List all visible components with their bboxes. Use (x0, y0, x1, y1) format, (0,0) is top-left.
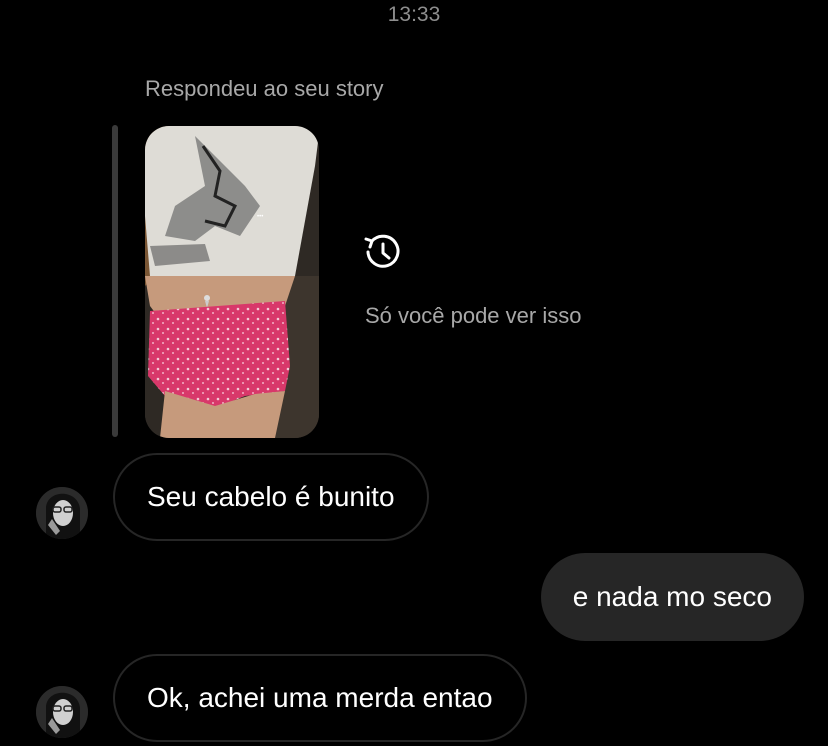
svg-text:•••: ••• (257, 214, 263, 220)
message-bubble-outgoing[interactable]: e nada mo seco (540, 553, 804, 641)
message-bubble-incoming[interactable]: Ok, achei uma merda entao (113, 654, 527, 742)
story-reply-label: Respondeu ao seu story (145, 76, 384, 101)
avatar-photo (36, 686, 88, 738)
story-thumbnail[interactable]: ••• (145, 126, 319, 438)
sender-avatar[interactable] (36, 487, 88, 539)
message-timestamp: 13:33 (387, 3, 441, 26)
story-expired-note: Só você pode ver isso (365, 303, 582, 328)
avatar-photo (36, 487, 88, 539)
history-icon (364, 234, 400, 268)
story-image: ••• (145, 126, 319, 438)
story-reply-bar (112, 125, 118, 437)
sender-avatar[interactable] (36, 686, 88, 738)
message-bubble-incoming[interactable]: Seu cabelo é bunito (113, 453, 429, 541)
